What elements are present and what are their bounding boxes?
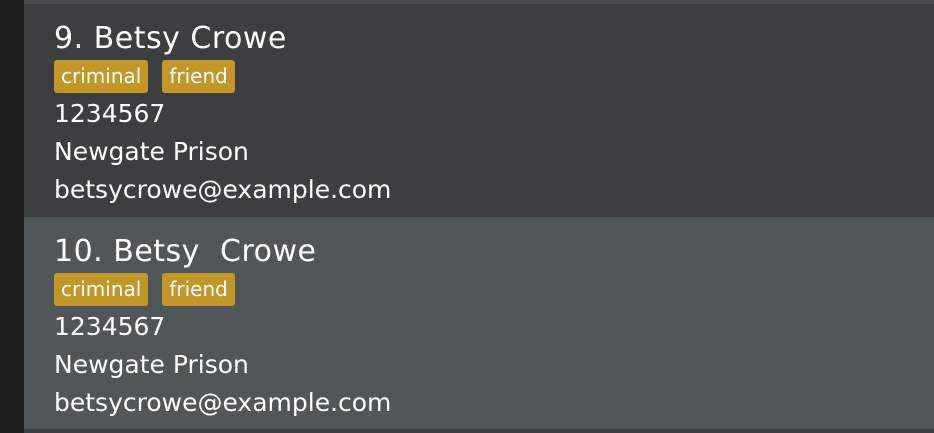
person-phone: 1234567: [54, 312, 166, 341]
tag-list: criminal friend: [54, 273, 934, 306]
person-name: 9. Betsy Crowe: [54, 21, 287, 56]
tag-badge: friend: [162, 60, 235, 93]
tag-list: criminal friend: [54, 60, 934, 93]
person-list[interactable]: 9. Betsy Crowe criminal friend 1234567 N…: [24, 4, 934, 429]
person-card[interactable]: 9. Betsy Crowe criminal friend 1234567 N…: [24, 4, 934, 217]
list-left-border: [0, 0, 24, 433]
tag-badge: criminal: [54, 273, 149, 306]
person-name: 10. Betsy Crowe: [54, 234, 317, 269]
person-address: Newgate Prison: [54, 137, 249, 166]
person-address: Newgate Prison: [54, 350, 249, 379]
person-email: betsycrowe@example.com: [54, 388, 392, 417]
tag-badge: friend: [162, 273, 235, 306]
person-card[interactable]: 10. Betsy Crowe criminal friend 1234567 …: [24, 217, 934, 429]
person-email: betsycrowe@example.com: [54, 175, 392, 204]
tag-badge: criminal: [54, 60, 149, 93]
next-card-edge: [24, 429, 934, 433]
person-phone: 1234567: [54, 99, 166, 128]
